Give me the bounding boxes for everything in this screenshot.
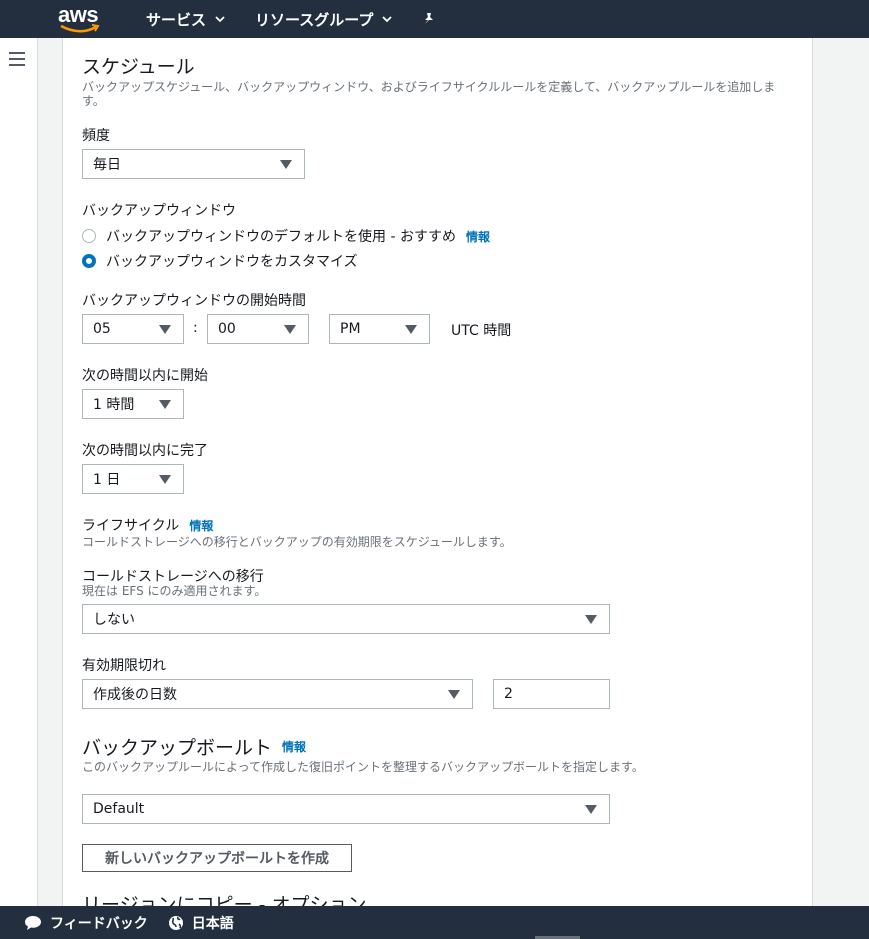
schedule-description: バックアップスケジュール、バックアップウィンドウ、およびライフサイクルルールを定… (82, 80, 776, 108)
dropdown-arrow-icon (405, 325, 417, 334)
dropdown-arrow-icon (284, 325, 296, 334)
time-colon: : (193, 320, 198, 336)
backup-vault-description: このバックアップルールによって作成した復旧ポイントを整理するバックアップボールト… (82, 760, 644, 774)
dropdown-arrow-icon (448, 690, 460, 699)
chevron-down-icon (382, 16, 393, 23)
dropdown-arrow-icon (159, 400, 171, 409)
cold-storage-note: 現在は EFS にのみ適用されます。 (82, 584, 267, 598)
aws-smile-icon (60, 24, 100, 33)
dropdown-arrow-icon (159, 325, 171, 334)
services-label: サービス (146, 10, 207, 29)
frequency-select[interactable]: 毎日 (82, 149, 305, 179)
radio-unchecked-icon (82, 229, 96, 243)
lifecycle-heading: ライフサイクル 情報 (82, 515, 213, 535)
feedback-label: フィードバック (50, 915, 148, 932)
window-default-label: バックアップウィンドウのデフォルトを使用 - おすすめ (106, 229, 456, 245)
lifecycle-info-link[interactable]: 情報 (189, 519, 213, 533)
window-custom-label: バックアップウィンドウをカスタマイズ (106, 254, 358, 270)
ampm-value: PM (340, 321, 361, 337)
left-navigation-rail (0, 38, 38, 906)
dropdown-arrow-icon (585, 615, 597, 624)
language-selector[interactable]: 日本語 (168, 913, 234, 933)
expiration-label: 有効期限切れ (82, 658, 166, 674)
cold-storage-select[interactable]: しない (82, 604, 610, 634)
language-label: 日本語 (191, 915, 234, 932)
minute-value: 00 (218, 321, 236, 337)
cold-storage-label: コールドストレージへの移行 (82, 569, 264, 585)
feedback-link[interactable]: フィードバック (24, 913, 148, 933)
complete-within-select[interactable]: 1 日 (82, 464, 184, 494)
expiration-select-value: 作成後の日数 (93, 687, 177, 703)
aws-logo[interactable]: aws (56, 0, 116, 38)
schedule-heading: スケジュール (82, 56, 195, 78)
copy-to-region-heading: リージョンにコピー - オプション (82, 894, 367, 906)
start-within-value: 1 時間 (93, 397, 135, 413)
complete-within-value: 1 日 (93, 472, 121, 488)
top-navigation-bar: aws サービス リソースグループ (0, 0, 869, 38)
complete-within-label: 次の時間以内に完了 (82, 443, 208, 459)
frequency-label: 頻度 (82, 128, 110, 144)
hamburger-menu-icon[interactable] (9, 52, 25, 66)
window-custom-radio[interactable]: バックアップウィンドウをカスタマイズ (82, 251, 358, 271)
services-menu[interactable]: サービス (146, 9, 225, 30)
backup-vault-info-link[interactable]: 情報 (282, 738, 306, 755)
speech-bubble-icon (25, 915, 41, 930)
window-info-link[interactable]: 情報 (466, 228, 490, 245)
dropdown-arrow-icon (585, 805, 597, 814)
minute-select[interactable]: 00 (207, 314, 309, 344)
pin-icon[interactable] (422, 12, 436, 26)
backup-vault-heading: バックアップボールト 情報 (82, 733, 306, 760)
start-time-label: バックアップウィンドウの開始時間 (82, 293, 306, 309)
backup-vault-select[interactable]: Default (82, 794, 610, 824)
backup-vault-title: バックアップボールト (82, 737, 273, 759)
lifecycle-description: コールドストレージへの移行とバックアップの有効期限をスケジュールします。 (82, 535, 512, 549)
backup-window-label: バックアップウィンドウ (82, 203, 236, 219)
hour-value: 05 (93, 321, 111, 337)
resource-groups-label: リソースグループ (255, 10, 374, 29)
hour-select[interactable]: 05 (82, 314, 184, 344)
expiration-days-input[interactable]: 2 (493, 679, 610, 709)
lifecycle-title: ライフサイクル (82, 518, 180, 534)
utc-label: UTC 時間 (451, 323, 512, 339)
create-vault-button[interactable]: 新しいバックアップボールトを作成 (82, 844, 352, 872)
ampm-select[interactable]: PM (329, 314, 430, 344)
radio-checked-icon (82, 254, 96, 268)
expiration-select[interactable]: 作成後の日数 (82, 679, 473, 709)
cold-storage-value: しない (93, 612, 135, 628)
backup-vault-value: Default (93, 801, 145, 817)
dropdown-arrow-icon (280, 160, 292, 169)
expiration-days-value: 2 (504, 686, 513, 702)
start-within-select[interactable]: 1 時間 (82, 389, 184, 419)
chevron-down-icon (215, 16, 225, 23)
frequency-value: 毎日 (93, 157, 121, 173)
console-footer: フィードバック 日本語 (0, 906, 869, 939)
dropdown-arrow-icon (159, 475, 171, 484)
start-within-label: 次の時間以内に開始 (82, 368, 208, 384)
resource-groups-menu[interactable]: リソースグループ (255, 9, 393, 30)
window-default-radio[interactable]: バックアップウィンドウのデフォルトを使用 - おすすめ 情報 (82, 226, 490, 246)
globe-icon (168, 915, 183, 930)
